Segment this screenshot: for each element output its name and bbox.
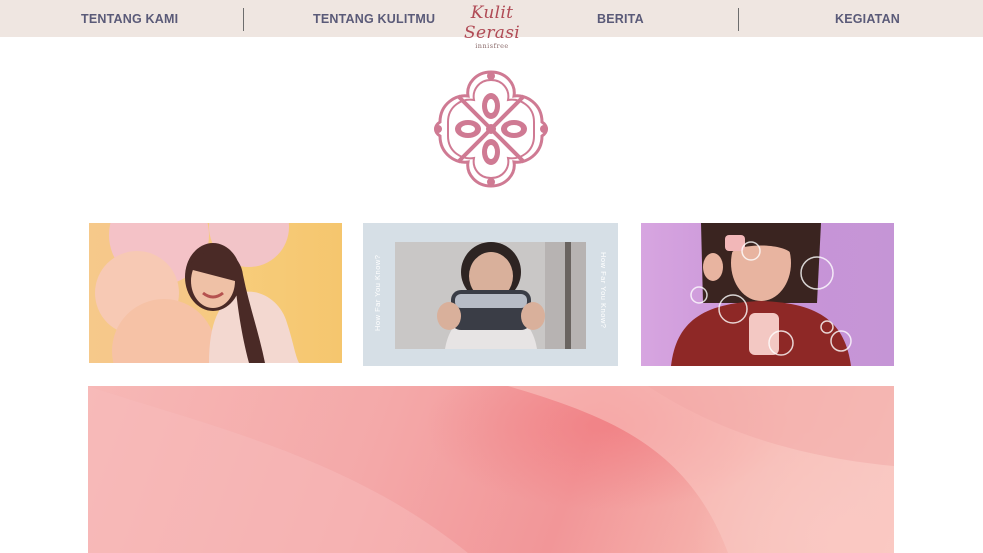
nav-link-tentang-kami[interactable]: TENTANG KAMI xyxy=(81,0,178,37)
nav-link-kegiatan[interactable]: KEGIATAN xyxy=(835,0,900,37)
pink-fabric-background xyxy=(88,386,894,553)
top-navigation: TENTANG KAMI TENTANG KULITMU Kulit Seras… xyxy=(0,0,983,50)
nav-link-tentang-kulitmu[interactable]: TENTANG KULITMU xyxy=(313,0,435,37)
brand-subtitle: innisfree xyxy=(475,42,509,50)
vertical-caption-right: How Far You Know? xyxy=(599,252,608,329)
nav-link-berita[interactable]: BERITA xyxy=(597,0,644,37)
card-bubbles[interactable] xyxy=(641,223,894,366)
nav-divider xyxy=(243,8,244,31)
vertical-caption-left: How Far You Know? xyxy=(373,254,382,331)
brand-logo[interactable]: Kulit Serasi innisfree xyxy=(440,3,544,50)
brand-name: Kulit Serasi xyxy=(464,3,520,43)
nav-divider xyxy=(738,8,739,31)
card-how-far-you-know[interactable] xyxy=(363,223,618,366)
woman-with-balloons-photo xyxy=(95,223,299,363)
woman-with-bubbles-photo xyxy=(671,223,852,366)
floral-emblem-icon xyxy=(434,70,548,188)
hero-banner xyxy=(88,386,894,553)
card-balloons[interactable] xyxy=(89,223,342,363)
woman-holding-pouch-photo xyxy=(395,242,586,349)
